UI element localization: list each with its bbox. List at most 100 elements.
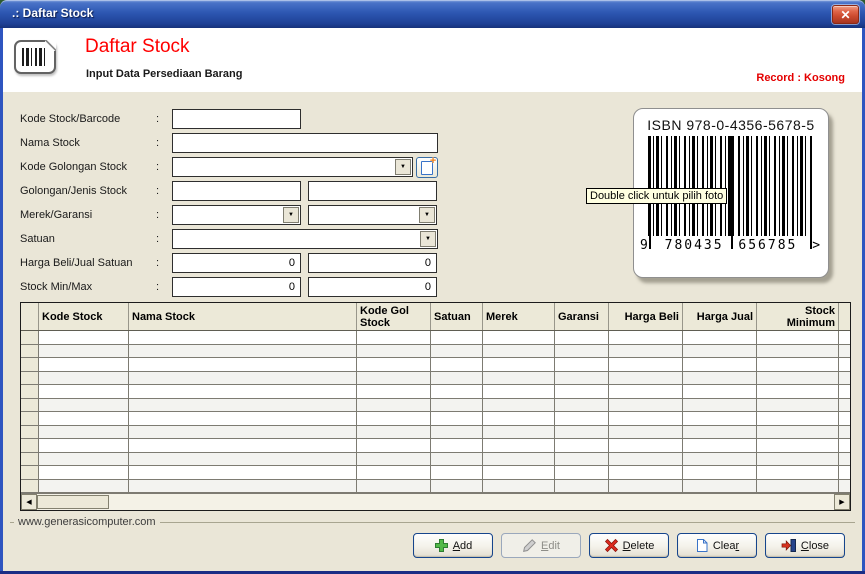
grid-cell[interactable] <box>357 372 431 386</box>
grid-cell[interactable] <box>129 439 357 453</box>
kode-golongan-select[interactable]: ▼ <box>172 157 413 177</box>
grid-cell[interactable] <box>555 331 609 345</box>
grid-cell[interactable] <box>431 426 483 440</box>
grid-cell[interactable] <box>357 358 431 372</box>
grid-cell[interactable] <box>555 399 609 413</box>
grid-cell[interactable] <box>609 399 683 413</box>
grid-cell[interactable] <box>431 412 483 426</box>
grid-cell[interactable] <box>357 331 431 345</box>
grid-cell[interactable] <box>357 385 431 399</box>
grid-cell[interactable] <box>683 439 757 453</box>
grid-cell[interactable] <box>431 453 483 467</box>
clear-button[interactable]: Clear <box>677 533 757 558</box>
harga-jual-input[interactable] <box>308 253 437 273</box>
grid-cell[interactable] <box>839 331 850 345</box>
scrollbar-thumb[interactable] <box>37 495 109 509</box>
harga-beli-input[interactable] <box>172 253 301 273</box>
kode-stock-input[interactable] <box>172 109 301 129</box>
row-selector-cell[interactable] <box>21 399 39 413</box>
row-selector-cell[interactable] <box>21 480 39 494</box>
grid-cell[interactable] <box>39 466 129 480</box>
grid-cell[interactable] <box>129 331 357 345</box>
grid-cell[interactable] <box>483 358 555 372</box>
titlebar[interactable]: .: Daftar Stock ✕ <box>0 0 865 28</box>
table-row[interactable] <box>21 358 850 372</box>
table-row[interactable] <box>21 466 850 480</box>
grid-cell[interactable] <box>839 372 850 386</box>
grid-cell[interactable] <box>757 358 839 372</box>
row-selector-cell[interactable] <box>21 385 39 399</box>
grid-cell[interactable] <box>757 439 839 453</box>
scroll-right-button[interactable]: ▶ <box>834 494 850 510</box>
row-selector-cell[interactable] <box>21 345 39 359</box>
grid-cell[interactable] <box>839 358 850 372</box>
grid-cell[interactable] <box>129 372 357 386</box>
grid-cell[interactable] <box>839 480 850 494</box>
grid-cell[interactable] <box>39 412 129 426</box>
table-row[interactable] <box>21 345 850 359</box>
grid-cell[interactable] <box>357 466 431 480</box>
grid-cell[interactable] <box>357 453 431 467</box>
delete-button[interactable]: Delete <box>589 533 669 558</box>
grid-cell[interactable] <box>39 439 129 453</box>
grid-cell[interactable] <box>757 466 839 480</box>
grid-cell[interactable] <box>431 331 483 345</box>
grid-cell[interactable] <box>129 480 357 494</box>
grid-cell[interactable] <box>839 385 850 399</box>
grid-cell[interactable] <box>757 331 839 345</box>
grid-cell[interactable] <box>609 385 683 399</box>
close-window-button[interactable]: Close <box>765 533 845 558</box>
grid-cell[interactable] <box>609 412 683 426</box>
golongan-input[interactable] <box>172 181 301 201</box>
grid-cell[interactable] <box>431 358 483 372</box>
chevron-down-icon[interactable]: ▼ <box>395 159 411 175</box>
grid-cell[interactable] <box>839 453 850 467</box>
grid-cell[interactable] <box>839 466 850 480</box>
grid-cell[interactable] <box>683 331 757 345</box>
jenis-stock-input[interactable] <box>308 181 437 201</box>
grid-cell[interactable] <box>555 385 609 399</box>
horizontal-scrollbar[interactable]: ◀ ▶ <box>21 493 850 510</box>
grid-cell[interactable] <box>683 426 757 440</box>
grid-cell[interactable] <box>483 480 555 494</box>
grid-cell[interactable] <box>757 345 839 359</box>
merek-select[interactable]: ▼ <box>172 205 301 225</box>
add-golongan-button[interactable]: + <box>416 157 438 178</box>
grid-cell[interactable] <box>683 358 757 372</box>
grid-cell[interactable] <box>39 372 129 386</box>
grid-cell[interactable] <box>555 372 609 386</box>
grid-cell[interactable] <box>483 331 555 345</box>
row-selector-cell[interactable] <box>21 358 39 372</box>
grid-cell[interactable] <box>609 345 683 359</box>
grid-cell[interactable] <box>129 453 357 467</box>
row-selector-cell[interactable] <box>21 412 39 426</box>
stock-min-input[interactable] <box>172 277 301 297</box>
grid-cell[interactable] <box>483 439 555 453</box>
grid-cell[interactable] <box>129 399 357 413</box>
stock-max-input[interactable] <box>308 277 437 297</box>
grid-cell[interactable] <box>555 439 609 453</box>
grid-cell[interactable] <box>483 466 555 480</box>
grid-cell[interactable] <box>683 399 757 413</box>
nama-stock-input[interactable] <box>172 133 438 153</box>
grid-cell[interactable] <box>39 331 129 345</box>
row-selector-cell[interactable] <box>21 439 39 453</box>
grid-cell[interactable] <box>129 385 357 399</box>
grid-cell[interactable] <box>683 412 757 426</box>
grid-cell[interactable] <box>555 466 609 480</box>
grid-cell[interactable] <box>555 480 609 494</box>
grid-cell[interactable] <box>683 385 757 399</box>
grid-cell[interactable] <box>609 358 683 372</box>
grid-cell[interactable] <box>839 399 850 413</box>
grid-cell[interactable] <box>357 426 431 440</box>
grid-cell[interactable] <box>757 412 839 426</box>
grid-cell[interactable] <box>683 466 757 480</box>
table-row[interactable] <box>21 399 850 413</box>
grid-cell[interactable] <box>483 426 555 440</box>
chevron-down-icon[interactable]: ▼ <box>420 231 436 247</box>
grid-cell[interactable] <box>757 426 839 440</box>
grid-cell[interactable] <box>555 426 609 440</box>
close-button[interactable]: ✕ <box>832 5 859 24</box>
grid-cell[interactable] <box>839 426 850 440</box>
grid-cell[interactable] <box>483 399 555 413</box>
